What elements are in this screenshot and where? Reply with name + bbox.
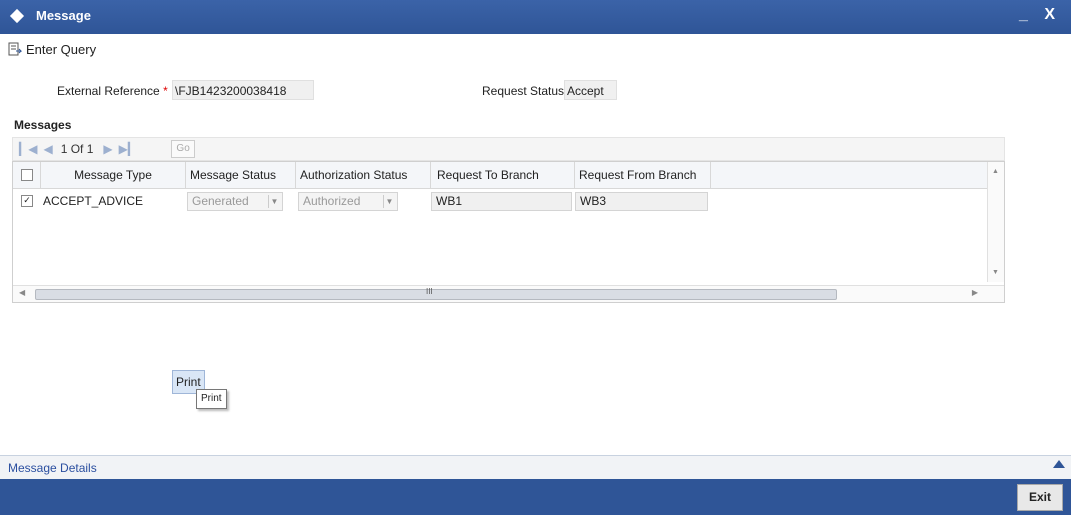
horizontal-scrollbar[interactable]: ◀ III ▶ <box>13 285 1004 302</box>
scroll-right-icon[interactable]: ▶ <box>972 288 978 297</box>
row-checkbox[interactable]: ✓ <box>21 195 33 207</box>
scroll-left-icon[interactable]: ◀ <box>19 288 25 297</box>
message-status-value: Generated <box>192 194 249 208</box>
enter-query-label: Enter Query <box>26 42 97 57</box>
enter-query-button[interactable]: Enter Query <box>8 42 96 57</box>
col-request-to-branch[interactable]: Request To Branch <box>431 162 575 188</box>
request-from-branch-field[interactable]: WB3 <box>575 192 708 211</box>
external-reference-label-text: External Reference <box>57 84 160 98</box>
external-reference-label: External Reference * <box>57 84 168 98</box>
expand-up-icon[interactable] <box>1053 460 1065 468</box>
scroll-grip: III <box>426 287 433 296</box>
last-page-icon[interactable]: ▶▎ <box>119 142 137 156</box>
window-logo-icon <box>9 8 25 24</box>
scroll-up-icon[interactable]: ▲ <box>992 168 999 175</box>
authorization-status-value: Authorized <box>303 194 361 208</box>
enter-query-icon <box>8 42 22 56</box>
window-title: Message <box>36 8 91 23</box>
message-status-select[interactable]: Generated ▼ <box>187 192 283 211</box>
footer: Exit <box>0 479 1071 515</box>
first-page-icon[interactable]: ▎◀ <box>19 142 37 156</box>
select-all-checkbox[interactable] <box>21 169 33 181</box>
required-marker: * <box>163 84 168 98</box>
col-message-type[interactable]: Message Type <box>41 162 186 188</box>
window-controls[interactable]: _ X <box>1019 6 1061 24</box>
title-bar: Message _ X <box>0 0 1071 34</box>
pager: ▎◀ ◀ 1 Of 1 ▶ ▶▎ Go <box>12 137 1005 161</box>
col-request-from-branch[interactable]: Request From Branch <box>575 162 711 188</box>
page-indicator: 1 Of 1 <box>60 142 94 156</box>
authorization-status-select[interactable]: Authorized ▼ <box>298 192 398 211</box>
message-details-link[interactable]: Message Details <box>8 461 97 475</box>
message-type-cell: ACCEPT_ADVICE <box>43 194 144 208</box>
message-details-bar: Message Details <box>0 455 1071 480</box>
request-status-field[interactable]: Accept <box>564 80 617 100</box>
exit-button[interactable]: Exit <box>1017 484 1063 511</box>
select-all-cell <box>13 162 41 188</box>
external-reference-field[interactable]: \FJB1423200038418 <box>172 80 314 100</box>
next-page-icon[interactable]: ▶ <box>103 142 112 156</box>
go-button[interactable]: Go <box>171 140 196 158</box>
scroll-down-icon[interactable]: ▼ <box>992 269 999 276</box>
grid-header: Message Type Message Status Authorizatio… <box>13 162 988 189</box>
prev-page-icon[interactable]: ◀ <box>43 142 52 156</box>
col-message-status[interactable]: Message Status <box>186 162 296 188</box>
request-status-label: Request Status <box>482 84 565 98</box>
toolbar: Enter Query <box>0 34 1071 64</box>
table-row[interactable]: ✓ ACCEPT_ADVICE Generated ▼ Authorized ▼… <box>13 188 988 214</box>
chevron-down-icon: ▼ <box>383 195 395 208</box>
request-to-branch-field[interactable]: WB1 <box>431 192 572 211</box>
messages-section-title: Messages <box>14 118 72 132</box>
vertical-scrollbar[interactable]: ▲ ▼ <box>987 162 1004 282</box>
print-tooltip: Print <box>196 389 227 409</box>
chevron-down-icon: ▼ <box>268 195 280 208</box>
messages-grid: Message Type Message Status Authorizatio… <box>12 161 1005 303</box>
col-authorization-status[interactable]: Authorization Status <box>296 162 431 188</box>
horizontal-scroll-thumb[interactable]: III <box>35 287 837 300</box>
